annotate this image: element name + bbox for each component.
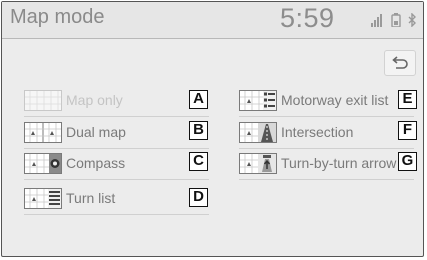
compass-icon bbox=[24, 153, 62, 174]
callout-badge-e: E bbox=[398, 90, 417, 109]
status-icons bbox=[370, 12, 422, 28]
menu-item-intersection[interactable]: Intersection bbox=[239, 118, 414, 149]
callout-badge-g: G bbox=[398, 152, 417, 171]
intersection-icon bbox=[239, 122, 277, 143]
menu-item-dual-map[interactable]: Dual map bbox=[24, 118, 209, 149]
dual-map-icon bbox=[24, 122, 62, 143]
bluetooth-icon bbox=[408, 13, 416, 27]
menu-item-label: Turn list bbox=[66, 190, 116, 206]
menu-item-label: Map only bbox=[66, 92, 123, 108]
callout-badge-d: D bbox=[189, 188, 208, 207]
back-button[interactable] bbox=[384, 50, 416, 76]
battery-icon bbox=[391, 13, 401, 27]
callout-badge-f: F bbox=[398, 121, 417, 140]
callout-badge-a: A bbox=[189, 90, 208, 109]
map-only-icon bbox=[24, 90, 62, 111]
callout-badge-c: C bbox=[189, 152, 208, 171]
callout-badge-b: B bbox=[189, 121, 208, 140]
menu-item-motorway-exit-list[interactable]: Motorway exit list bbox=[239, 86, 414, 117]
back-arrow-icon bbox=[392, 56, 408, 69]
menu-item-label: Intersection bbox=[281, 124, 354, 140]
menu-item-compass[interactable]: Compass bbox=[24, 149, 209, 180]
menu-item-label: Dual map bbox=[66, 124, 126, 140]
menu-item-turn-by-turn-arrow[interactable]: Turn-by-turn arrow bbox=[239, 149, 414, 180]
menu-item-label: Compass bbox=[66, 155, 126, 171]
map-mode-screen: Map mode 5:59 Map only Dual map Compass … bbox=[1, 1, 424, 257]
turn-list-icon bbox=[24, 188, 62, 209]
menu-item-turn-list[interactable]: Turn list bbox=[24, 184, 209, 215]
signal-icon bbox=[371, 14, 382, 27]
menu-item-label: Motorway exit list bbox=[281, 92, 389, 108]
menu-item-label: Turn-by-turn arrow bbox=[281, 155, 397, 171]
header-bar: Map mode 5:59 bbox=[2, 2, 423, 39]
menu-item-map-only: Map only bbox=[24, 86, 209, 117]
motorway-exit-list-icon bbox=[239, 90, 277, 111]
clock: 5:59 bbox=[280, 3, 335, 33]
turn-by-turn-arrow-icon bbox=[239, 153, 277, 174]
page-title: Map mode bbox=[10, 6, 105, 28]
